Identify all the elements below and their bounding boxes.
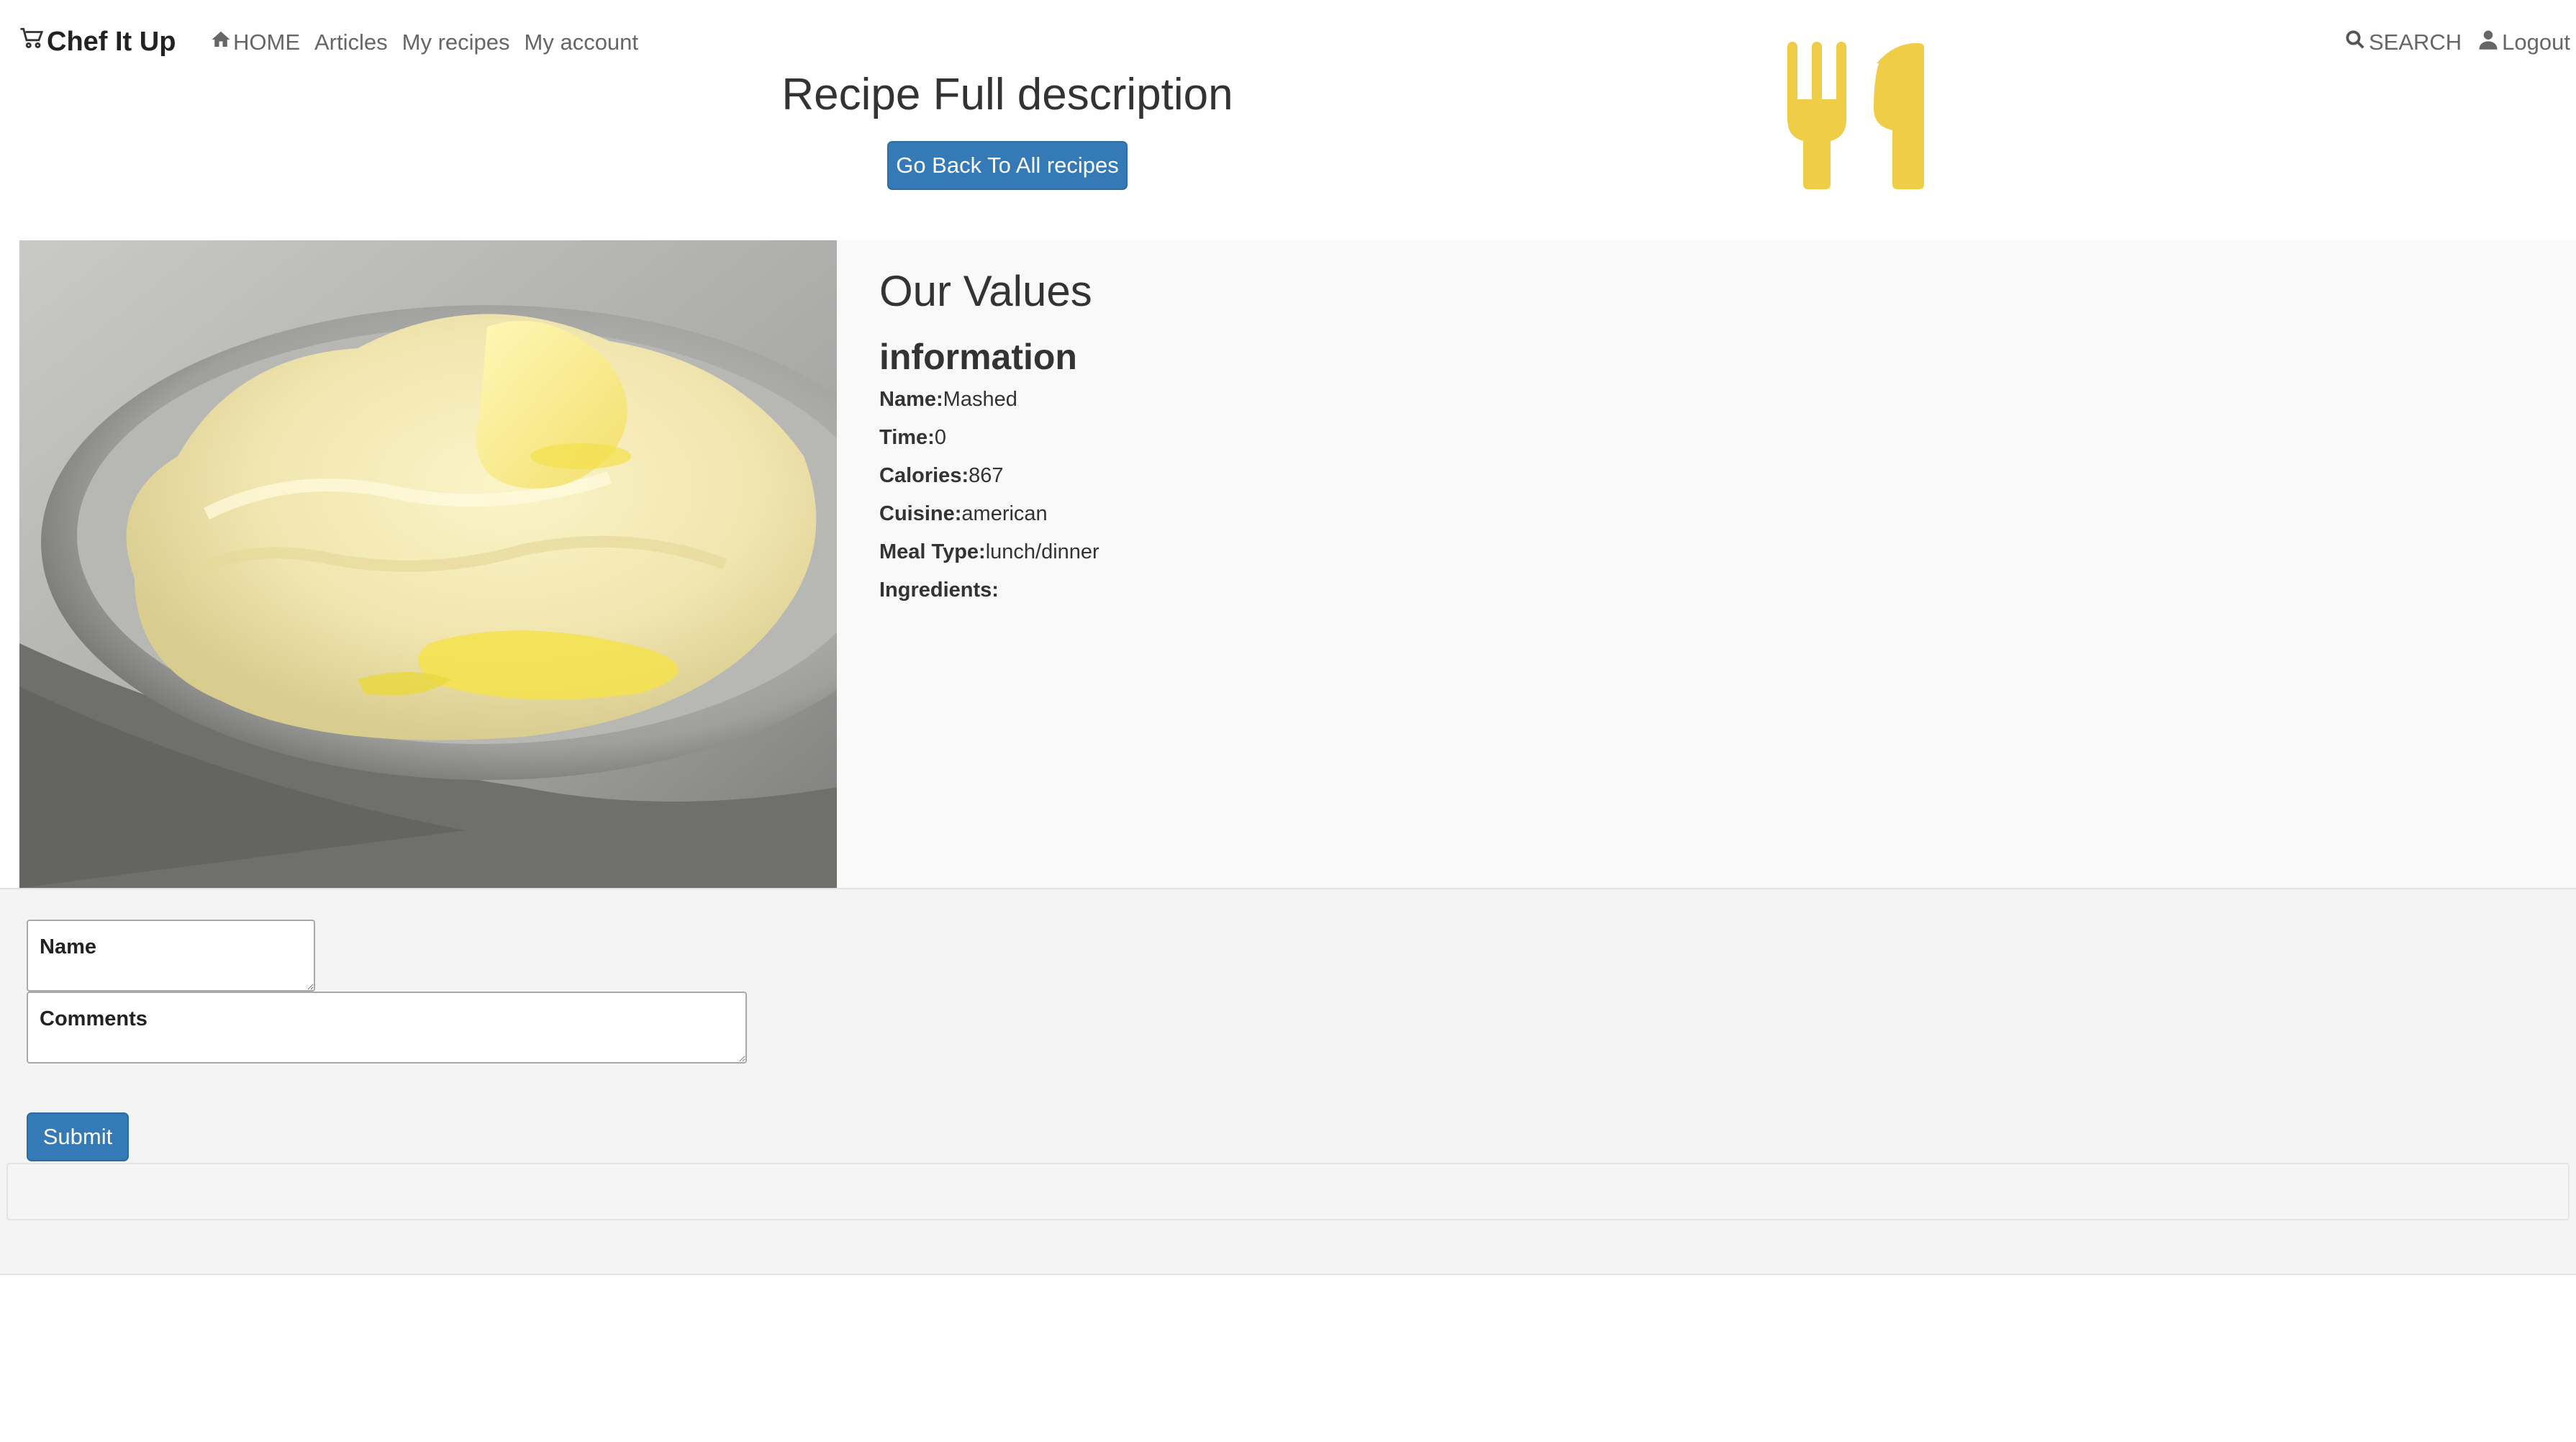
nav-item-articles-label: Articles: [314, 30, 388, 55]
nav-item-articles[interactable]: Articles: [314, 30, 388, 55]
recipe-image: [19, 240, 837, 888]
nav-logout-label: Logout: [2502, 30, 2570, 55]
nav-item-my-recipes-label: My recipes: [402, 30, 510, 55]
field-label: Cuisine:: [879, 502, 962, 525]
cart-icon: [19, 26, 44, 58]
back-to-all-recipes-button[interactable]: Go Back To All recipes: [887, 141, 1128, 190]
page-title: Recipe Full description: [781, 70, 1233, 119]
nav-search-label: SEARCH: [2368, 30, 2462, 55]
recipe-name-row: Name:Mashed: [879, 388, 2534, 412]
field-value: american: [961, 502, 1048, 525]
field-label: Meal Type:: [879, 540, 986, 563]
recipe-cuisine-row: Cuisine:american: [879, 502, 2534, 526]
recipe-meal-type-row: Meal Type:lunch/dinner: [879, 540, 2534, 564]
nav-item-my-account-label: My account: [524, 30, 639, 55]
field-label: Ingredients:: [879, 579, 999, 602]
nav-right: SEARCH Logout: [2344, 29, 2570, 56]
field-label: Calories:: [879, 464, 969, 487]
nav-item-home-label: HOME: [233, 30, 300, 55]
section-title: Our Values: [879, 267, 1092, 315]
field-value: 867: [969, 464, 1004, 487]
info-subtitle: information: [879, 337, 1077, 377]
nav-item-home[interactable]: HOME: [210, 29, 300, 56]
field-label: Name:: [879, 388, 943, 411]
field-value: lunch/dinner: [985, 540, 1099, 563]
comments-field[interactable]: [27, 992, 747, 1064]
nav-logout-link[interactable]: Logout: [2477, 29, 2570, 56]
nav-item-my-recipes[interactable]: My recipes: [402, 30, 510, 55]
comments-list: [6, 1163, 2570, 1220]
nav-search-link[interactable]: SEARCH: [2344, 29, 2462, 56]
field-label: Time:: [879, 426, 935, 449]
brand[interactable]: Chef It Up: [19, 26, 176, 58]
brand-name: Chef It Up: [47, 26, 176, 57]
comment-form: Submit: [0, 888, 2576, 1275]
user-icon: [2477, 29, 2499, 56]
recipe-time-row: Time:0: [879, 426, 2534, 450]
field-value: Mashed: [943, 388, 1017, 411]
nav-links: HOME Articles My recipes My account: [210, 29, 638, 56]
name-field[interactable]: [27, 920, 315, 992]
submit-button[interactable]: Submit: [27, 1112, 129, 1161]
recipe-calories-row: Calories:867: [879, 464, 2534, 488]
recipe-info: Our Values information Name:Mashed Time:…: [879, 266, 2534, 617]
nav-item-my-account[interactable]: My account: [525, 30, 639, 55]
home-icon: [210, 29, 232, 56]
field-value: 0: [934, 426, 946, 449]
cutlery-icon: [1787, 42, 1924, 189]
search-icon: [2344, 29, 2366, 56]
recipe-ingredients-row: Ingredients:: [879, 579, 2534, 602]
